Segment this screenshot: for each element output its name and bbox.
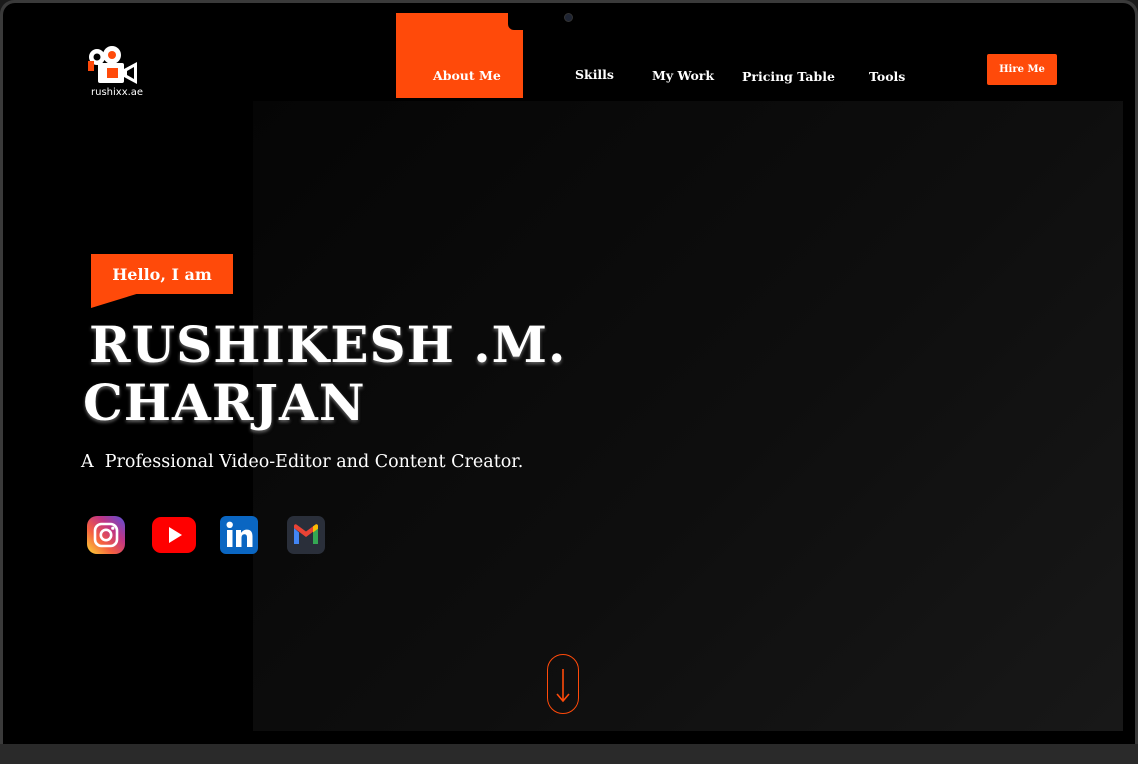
linkedin-icon[interactable]	[219, 515, 259, 555]
nav-pricing-table[interactable]: Pricing Table	[742, 69, 835, 84]
hero-name-line2: CHARJAN	[83, 373, 366, 432]
nav-about-me[interactable]: About Me	[433, 68, 501, 83]
nav-tools[interactable]: Tools	[869, 69, 905, 84]
webcam-icon	[564, 13, 573, 22]
nav-skills[interactable]: Skills	[575, 67, 614, 82]
scroll-down-button[interactable]	[547, 654, 579, 714]
nav-active-highlight	[396, 13, 523, 98]
logo-text: rushixx.ae	[91, 87, 144, 98]
hero-tagline: A Professional Video-Editor and Content …	[81, 452, 524, 472]
instagram-icon[interactable]	[86, 515, 126, 555]
gmail-icon[interactable]	[286, 515, 326, 555]
nav-notch	[508, 13, 523, 30]
hire-me-button[interactable]: Hire Me	[987, 54, 1057, 85]
nav-my-work[interactable]: My Work	[652, 68, 714, 83]
greeting-bubble: Hello, I am	[91, 254, 233, 294]
hero-name: RUSHIKESH .M. CHARJAN	[83, 316, 566, 432]
hero-name-line1: RUSHIKESH .M.	[89, 315, 567, 374]
device-bottom-bar	[0, 744, 1138, 764]
arrow-down-icon	[556, 669, 570, 703]
greeting-bubble-tail	[91, 292, 143, 308]
youtube-icon[interactable]	[151, 515, 197, 555]
